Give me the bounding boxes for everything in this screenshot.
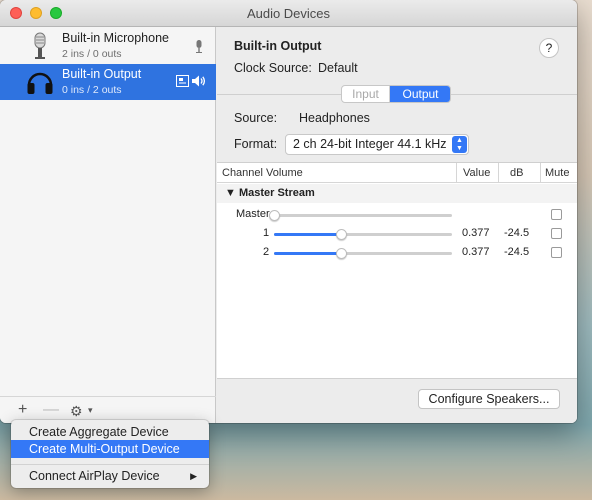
- column-header-mute: Mute: [545, 167, 570, 179]
- volume-slider-fill: [274, 252, 342, 255]
- channel-value: 0.377: [462, 246, 490, 258]
- device-io-count: 2 ins / 0 outs: [62, 48, 122, 60]
- channel-value: 0.377: [462, 227, 490, 239]
- stream-row[interactable]: ▼ Master Stream: [217, 184, 577, 203]
- channel-row-1: 1 0.377 -24.5: [217, 224, 577, 243]
- column-header-channel-volume: Channel Volume: [222, 167, 303, 179]
- channel-volume-table: Channel Volume Value dB Mute ▼ Master St…: [217, 162, 577, 378]
- input-output-tabs: Input Output: [341, 85, 451, 103]
- device-list-sidebar: Built-in Microphone 2 ins / 0 outs Built…: [0, 27, 216, 423]
- menu-item-create-multi-output-device[interactable]: Create Multi-Output Device: [11, 440, 209, 458]
- channel-db: -24.5: [504, 227, 530, 239]
- divider: [217, 94, 341, 95]
- column-header-db: dB: [510, 167, 524, 179]
- device-io-count: 0 ins / 2 outs: [62, 84, 122, 96]
- gear-context-menu: Create Aggregate Device Create Multi-Out…: [11, 420, 209, 488]
- headphones-icon: [26, 68, 54, 96]
- channel-row-master: Master: [217, 205, 577, 224]
- divider: [451, 94, 577, 95]
- bottom-bar: Configure Speakers...: [217, 378, 577, 423]
- volume-slider-knob[interactable]: [336, 248, 348, 259]
- column-divider: [456, 163, 457, 183]
- channel-label: 2: [263, 246, 270, 258]
- clock-source-value[interactable]: Default: [318, 61, 358, 75]
- microphone-icon: [26, 32, 54, 60]
- column-header-value: Value: [463, 167, 491, 179]
- device-detail-panel: Built-in Output ? Clock Source: Default …: [217, 27, 577, 423]
- volume-slider[interactable]: [274, 229, 452, 240]
- disclosure-triangle-icon[interactable]: ▼: [225, 187, 236, 199]
- device-item-built-in-microphone[interactable]: Built-in Microphone 2 ins / 0 outs: [0, 28, 216, 64]
- channel-label: 1: [263, 227, 270, 239]
- help-button[interactable]: ?: [539, 38, 559, 58]
- tab-output[interactable]: Output: [390, 86, 450, 102]
- speaker-icon: [192, 75, 206, 90]
- input-mic-icon: [195, 40, 203, 56]
- mute-checkbox[interactable]: [551, 228, 562, 239]
- menu-item-create-aggregate-device[interactable]: Create Aggregate Device: [11, 423, 209, 441]
- clock-source-icon: [176, 75, 189, 90]
- device-title: Built-in Output: [234, 39, 322, 53]
- stream-name: Master Stream: [238, 187, 315, 199]
- title-bar: Audio Devices: [0, 0, 577, 27]
- clock-source-label: Clock Source:: [234, 61, 312, 75]
- column-divider: [540, 163, 541, 183]
- sidebar-footer: + — ⚙ ▾: [0, 396, 216, 423]
- device-name: Built-in Microphone: [62, 31, 169, 45]
- source-label: Source:: [234, 111, 278, 125]
- gear-icon[interactable]: ⚙: [70, 403, 83, 420]
- format-select[interactable]: 2 ch 24-bit Integer 44.1 kHz ▲ ▼: [285, 134, 469, 155]
- add-device-button[interactable]: +: [18, 401, 27, 419]
- remove-device-button[interactable]: —: [43, 401, 59, 419]
- window-title: Audio Devices: [246, 6, 331, 21]
- volume-slider[interactable]: [274, 248, 452, 259]
- channel-label: Master: [236, 208, 270, 220]
- menu-separator: [11, 464, 209, 465]
- volume-slider-knob[interactable]: [269, 210, 280, 221]
- column-divider: [498, 163, 499, 183]
- device-name: Built-in Output: [62, 67, 142, 81]
- submenu-arrow-icon: ▶: [190, 471, 197, 481]
- volume-slider-knob[interactable]: [336, 229, 348, 240]
- tab-input[interactable]: Input: [342, 86, 390, 102]
- table-header: Channel Volume Value dB Mute: [217, 163, 577, 183]
- stream-label: ▼ Master Stream: [225, 187, 315, 199]
- configure-speakers-button[interactable]: Configure Speakers...: [418, 389, 560, 409]
- chevron-down-icon[interactable]: ▾: [88, 405, 93, 416]
- channel-row-2: 2 0.377 -24.5: [217, 243, 577, 262]
- source-value: Headphones: [299, 111, 370, 125]
- menu-item-label: Connect AirPlay Device: [29, 469, 160, 483]
- audio-devices-window: Audio Devices Built-in Microphone 2 ins …: [0, 0, 577, 423]
- channel-db: -24.5: [504, 246, 530, 258]
- mute-checkbox[interactable]: [551, 247, 562, 258]
- volume-slider-fill: [274, 233, 342, 236]
- format-value: 2 ch 24-bit Integer 44.1 kHz: [293, 137, 447, 151]
- device-item-built-in-output[interactable]: Built-in Output 0 ins / 2 outs: [0, 64, 216, 100]
- format-label: Format:: [234, 137, 278, 151]
- menu-item-connect-airplay-device[interactable]: Connect AirPlay Device ▶: [11, 467, 209, 485]
- chevron-updown-icon: ▲ ▼: [452, 136, 467, 153]
- mute-checkbox[interactable]: [551, 209, 562, 220]
- volume-slider[interactable]: [269, 210, 452, 221]
